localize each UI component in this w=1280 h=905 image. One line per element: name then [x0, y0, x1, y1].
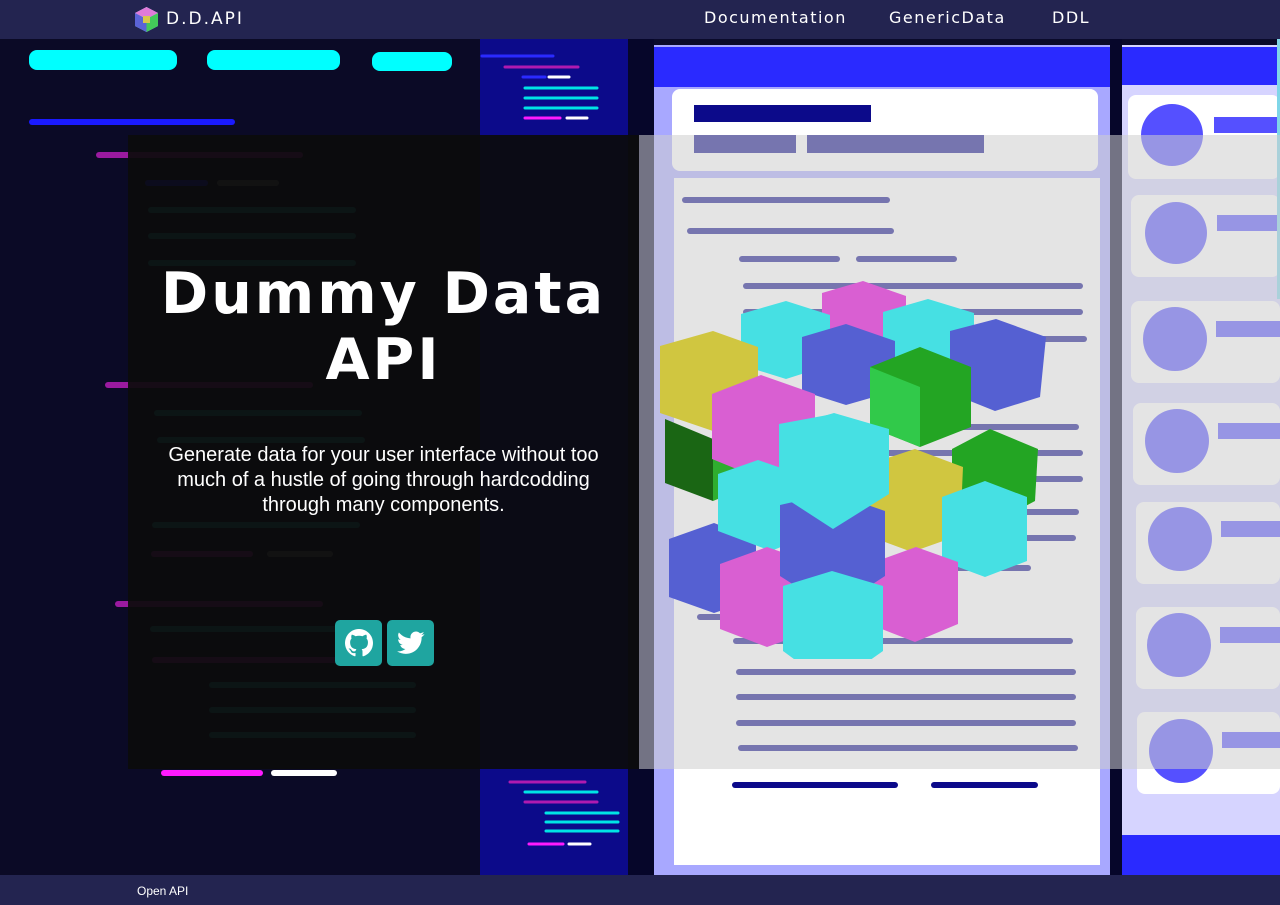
footer-open-api-link[interactable]: Open API — [137, 884, 188, 898]
brand-title: D.D.API — [166, 9, 244, 29]
nav-documentation[interactable]: Documentation — [704, 8, 847, 27]
brand[interactable]: D.D.API — [133, 5, 244, 33]
cube-logo-icon — [135, 6, 158, 32]
nav-ddl[interactable]: DDL — [1052, 8, 1090, 27]
top-navbar: D.D.API Documentation GenericData DDL — [0, 0, 1280, 39]
nav-genericdata[interactable]: GenericData — [889, 8, 1006, 27]
cube-cluster-icon — [660, 281, 1046, 659]
hero-subtitle: Generate data for your user interface wi… — [168, 444, 599, 516]
footer: Open API — [0, 875, 1280, 905]
hero-overlay: Dummy Data API Generate data for your us… — [128, 135, 639, 769]
github-icon — [344, 629, 373, 657]
twitter-button[interactable] — [387, 620, 434, 666]
hero-section: Dummy Data API Generate data for your us… — [0, 39, 1280, 875]
hero-title: Dummy Data API — [160, 261, 607, 393]
github-button[interactable] — [335, 620, 382, 666]
twitter-icon — [396, 631, 425, 654]
